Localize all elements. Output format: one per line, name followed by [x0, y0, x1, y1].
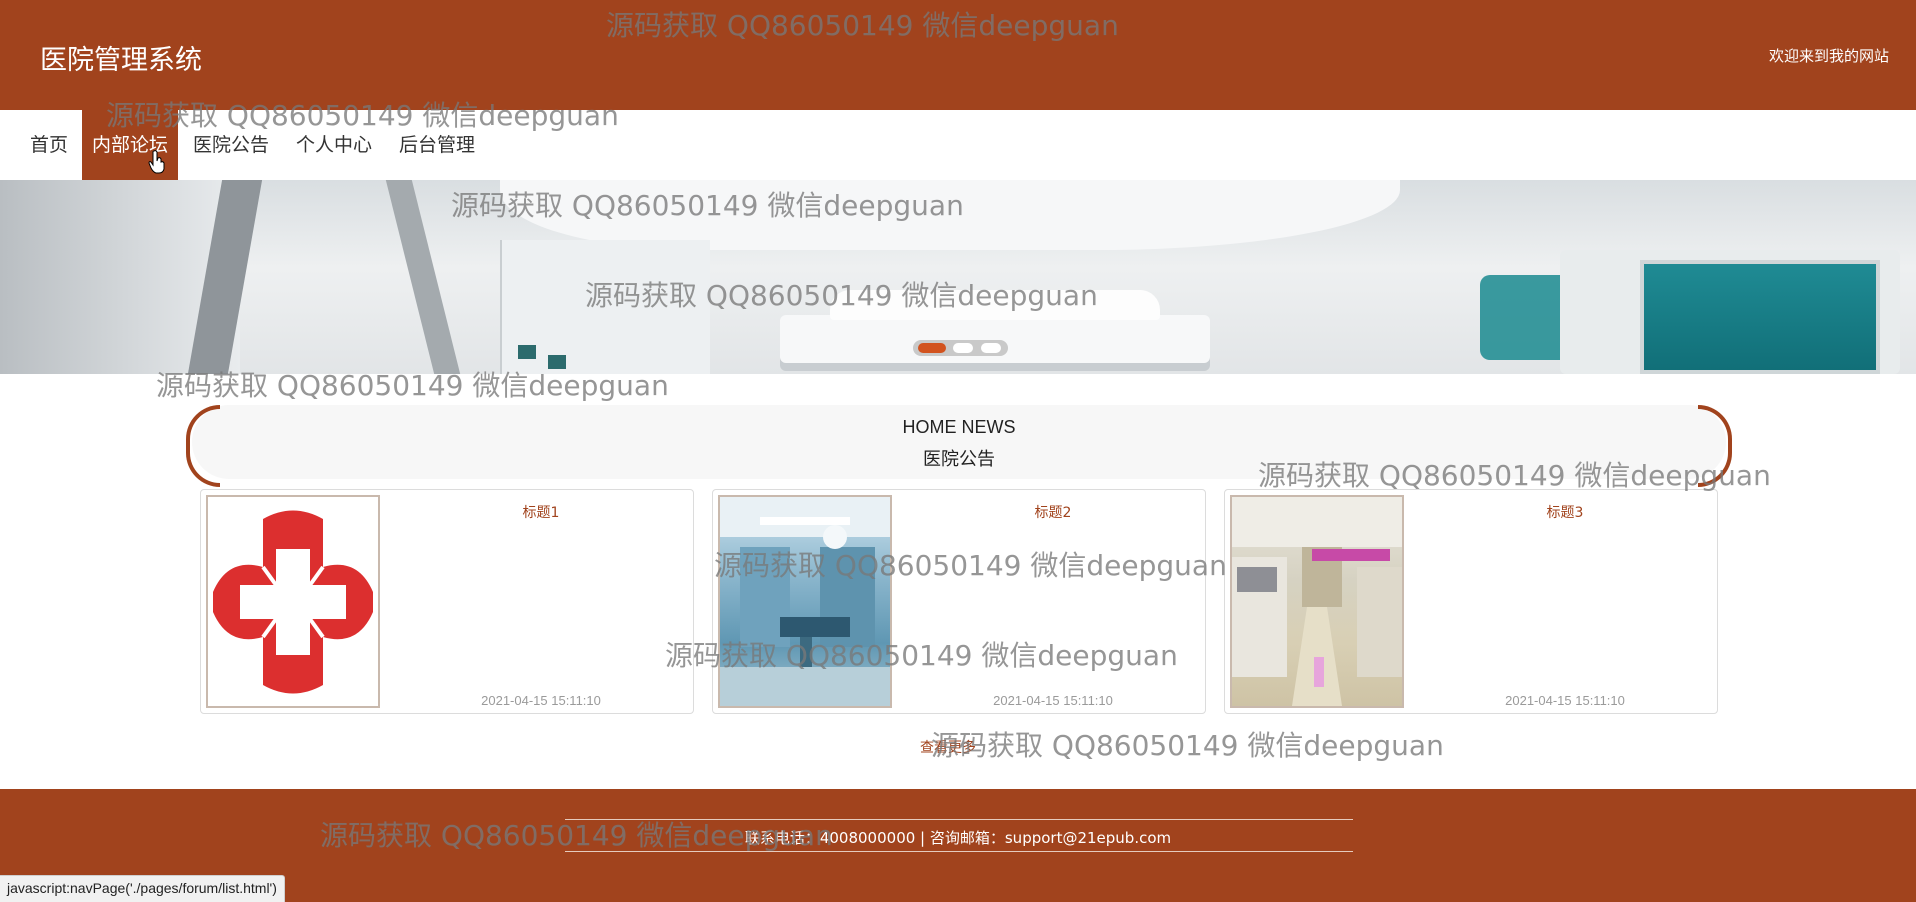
news-card-title[interactable]: 标题3 [1415, 502, 1715, 522]
corridor-icon [1232, 497, 1402, 706]
news-card[interactable]: 标题1 2021-04-15 15:11:10 [200, 489, 694, 714]
watermark-text: 源码获取 QQ86050149 微信deepguan [931, 729, 1444, 762]
news-card[interactable]: 标题3 2021-04-15 15:11:10 [1224, 489, 1718, 714]
hospital-corridor-image [1230, 495, 1404, 708]
nav-item-home[interactable]: 首页 [20, 110, 78, 180]
site-title: 医院管理系统 [40, 45, 202, 76]
news-heading-en: HOME NEWS [902, 417, 1016, 437]
red-cross-image [206, 495, 380, 708]
news-heading-cn: 医院公告 [923, 449, 995, 470]
nav-item-profile[interactable]: 个人中心 [286, 110, 382, 180]
browser-status-bar: javascript:navPage('./pages/forum/list.h… [0, 875, 285, 902]
footer-divider [565, 851, 1353, 852]
news-card-date: 2021-04-15 15:11:10 [481, 693, 601, 708]
footer: 联系电话：4008000000 | 咨询邮箱：support@21epub.co… [0, 789, 1916, 902]
carousel-indicators [913, 340, 1008, 356]
news-card-title[interactable]: 标题1 [391, 502, 691, 522]
welcome-text: 欢迎来到我的网站 [1768, 47, 1889, 65]
carousel-dot-2[interactable] [953, 343, 973, 353]
banner-panel-light [518, 345, 536, 359]
operating-room-image [718, 495, 892, 708]
news-card-date: 2021-04-15 15:11:10 [993, 693, 1113, 708]
banner-wall-stripe [385, 180, 461, 374]
nav-item-admin[interactable]: 后台管理 [389, 110, 485, 180]
banner-bed-top [830, 290, 1160, 320]
banner-monitor [1640, 260, 1880, 374]
news-card-date: 2021-04-15 15:11:10 [1505, 693, 1625, 708]
operating-room-icon [720, 497, 890, 706]
news-card-title[interactable]: 标题2 [903, 502, 1203, 522]
carousel-dot-1[interactable] [918, 343, 946, 353]
nav-item-announcements[interactable]: 医院公告 [183, 110, 279, 180]
hand-cursor-icon [148, 150, 165, 174]
main-nav: 首页 内部论坛 医院公告 个人中心 后台管理 [0, 110, 1916, 180]
news-section-header: HOME NEWS 医院公告 [186, 405, 1732, 487]
view-more-link[interactable]: 查看更多 [920, 737, 976, 757]
footer-contact: 联系电话：4008000000 | 咨询邮箱：support@21epub.co… [744, 829, 1172, 847]
banner-panel-light [548, 355, 566, 369]
footer-divider [565, 819, 1353, 820]
red-cross-icon [213, 510, 373, 694]
news-card[interactable]: 标题2 2021-04-15 15:11:10 [712, 489, 1206, 714]
carousel-dot-3[interactable] [981, 343, 1001, 353]
top-header: 医院管理系统 欢迎来到我的网站 [0, 0, 1916, 110]
